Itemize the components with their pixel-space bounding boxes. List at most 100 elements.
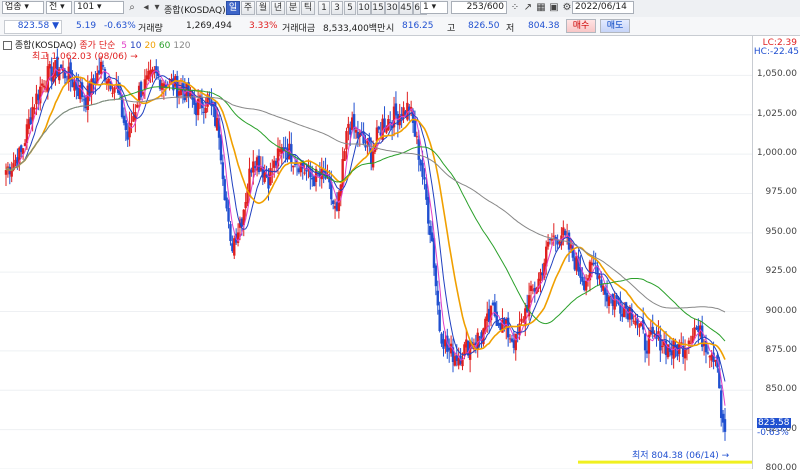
tab-4[interactable]: 분 xyxy=(286,1,300,15)
amount-value: 8,533,400백만 xyxy=(323,24,386,34)
amount-label: 거래대금 xyxy=(282,24,316,34)
interval-6[interactable]: 45 xyxy=(399,1,413,15)
candle-body xyxy=(421,162,424,177)
ma-line-60 xyxy=(5,86,726,342)
candlestick-chart[interactable] xyxy=(0,36,800,469)
open-label: 시 xyxy=(386,24,395,34)
legend-box-icon xyxy=(3,41,12,50)
candle-body xyxy=(377,126,381,130)
arrow-right-icon: → xyxy=(721,451,730,461)
legend-ma-4: 120 xyxy=(173,41,191,51)
candle-body xyxy=(594,262,597,264)
sell-button[interactable]: 매도 xyxy=(600,19,630,33)
candle-body xyxy=(564,230,567,236)
current-change-tag: -0.63% xyxy=(757,428,789,438)
candle-body xyxy=(683,348,687,359)
interval-2[interactable]: 5 xyxy=(344,1,356,15)
candle-body xyxy=(723,419,727,432)
volume-percent: 3.33% xyxy=(249,21,278,31)
tab-3[interactable]: 년 xyxy=(271,1,285,15)
tab-0[interactable]: 일 xyxy=(226,1,240,15)
buy-button[interactable]: 매수 xyxy=(566,19,596,33)
y-tick-label: 1,025.00 xyxy=(756,108,797,119)
candle-body xyxy=(427,196,430,224)
count-field[interactable]: 253/600 xyxy=(451,1,507,14)
interval-3[interactable]: 10 xyxy=(357,1,371,15)
candle-body xyxy=(331,200,335,205)
candle-body xyxy=(661,345,664,347)
candle-body xyxy=(436,290,439,306)
candle-body xyxy=(613,299,616,310)
y-tick-label: 1,000.00 xyxy=(756,148,797,159)
candle-body xyxy=(4,170,8,175)
candle-body xyxy=(33,107,36,110)
y-tick-label: 975.00 xyxy=(765,187,798,198)
interval-0[interactable]: 1 xyxy=(318,1,330,15)
candle-body xyxy=(347,123,350,129)
code-input[interactable]: 101 ▾ xyxy=(74,1,124,14)
y-tick-label: 800.00 xyxy=(765,463,798,473)
speaker-icon[interactable]: ◂ xyxy=(140,2,152,14)
legend-ma-2: 20 xyxy=(144,41,156,51)
candle-body xyxy=(394,103,398,116)
candle-body xyxy=(689,343,692,345)
candle-body xyxy=(514,333,517,351)
current-price: 823.58 ▼ xyxy=(4,20,62,34)
search-icon[interactable]: ⌕ xyxy=(126,2,138,14)
scatter-icon[interactable]: ⁘ xyxy=(509,2,521,14)
candle-body xyxy=(552,235,556,237)
tab-1[interactable]: 주 xyxy=(241,1,255,15)
interval-4[interactable]: 15 xyxy=(371,1,385,15)
candle-body xyxy=(520,318,523,322)
market-select[interactable]: 업종 ▾ xyxy=(2,1,44,14)
interval-select[interactable]: 1 ▾ xyxy=(420,1,448,14)
period-type-select[interactable]: 전 ▾ xyxy=(46,1,72,14)
y-tick-label: 850.00 xyxy=(765,384,798,395)
candle-body xyxy=(303,172,306,174)
price-axis: LC:2.39 HC:-22.45 1,050.00 1,025.00 1,000.… xyxy=(752,36,800,473)
candle-body xyxy=(584,280,588,291)
max-label: 최고 1,062.03 (08/06) → xyxy=(32,52,138,62)
change-value: 5.19 xyxy=(76,21,97,31)
index-name: 종합(KOSDAQ) xyxy=(164,6,226,16)
candle-body xyxy=(413,118,417,137)
interval-5[interactable]: 30 xyxy=(385,1,399,15)
interval-1[interactable]: 3 xyxy=(331,1,343,15)
high-value: 826.50 xyxy=(468,21,500,31)
candle-body xyxy=(136,104,139,108)
y-tick-label: 925.00 xyxy=(765,266,798,277)
candle-body xyxy=(111,92,114,94)
y-tick-label: 950.00 xyxy=(765,226,798,237)
min-label: 최저 804.38 (06/14) → xyxy=(632,451,730,461)
line-chart-icon[interactable]: ↗ xyxy=(522,2,534,14)
tab-5[interactable]: 틱 xyxy=(301,1,315,15)
toolbar: 업종 ▾ 전 ▾ 101 ▾ ⌕ ◂ ▾ 종합(KOSDAQ) 일주월년분틱 1… xyxy=(0,0,800,18)
y-tick-label: 900.00 xyxy=(765,305,798,316)
ma-line-120 xyxy=(5,96,726,313)
arrow-right-icon: → xyxy=(130,52,138,62)
candle-body xyxy=(225,197,228,209)
quote-bar: 823.58 ▼ 5.19 -0.63% 거래량 1,269,494 3.33%… xyxy=(0,17,800,36)
candle-body xyxy=(345,131,348,150)
candle-body xyxy=(113,87,116,93)
ma-line-5 xyxy=(5,67,726,406)
candle-body xyxy=(263,172,266,182)
volume-value: 1,269,494 xyxy=(186,21,232,31)
candle-body xyxy=(343,151,346,161)
current-price-tag: 823.58 xyxy=(757,418,791,428)
tab-2[interactable]: 월 xyxy=(256,1,270,15)
candle-body xyxy=(438,309,441,332)
low-value: 804.38 xyxy=(528,21,560,31)
candle-body xyxy=(130,123,133,125)
save-icon[interactable]: ▣ xyxy=(548,2,560,14)
ma-line-10 xyxy=(5,69,726,382)
grid-icon[interactable]: ▦ xyxy=(535,2,547,14)
open-value: 816.25 xyxy=(402,21,434,31)
candle-body xyxy=(204,107,207,114)
candle-body xyxy=(99,61,103,74)
chevron-down-icon[interactable]: ▾ xyxy=(152,2,162,14)
candle-body xyxy=(292,165,295,168)
candle-body xyxy=(227,207,230,222)
candle-body xyxy=(101,65,105,67)
date-field[interactable]: 2022/06/14 xyxy=(572,1,634,14)
